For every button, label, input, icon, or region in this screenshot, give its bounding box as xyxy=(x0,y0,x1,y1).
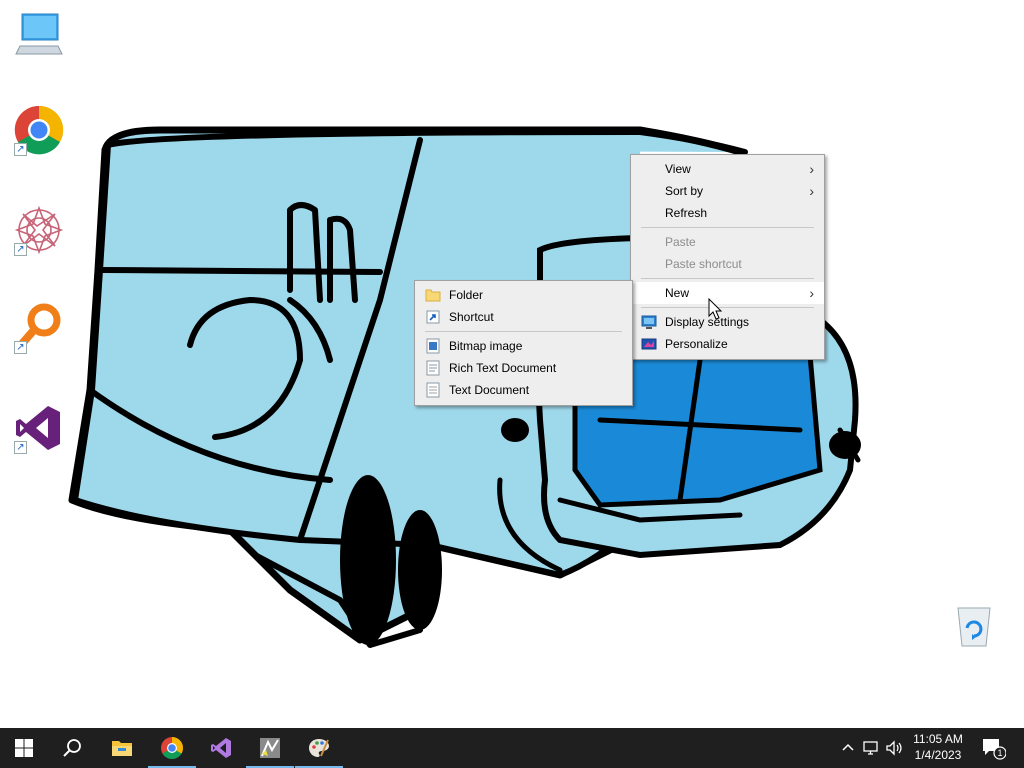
menu-item-sort-by-label: Sort by xyxy=(665,184,704,198)
menu-item-personalize[interactable]: Personalize xyxy=(631,333,824,355)
start-button[interactable] xyxy=(0,728,48,768)
chevron-up-icon[interactable] xyxy=(838,738,858,758)
chevron-right-icon: › xyxy=(809,285,814,301)
menu-item-view-label: View xyxy=(665,162,691,176)
chrome-icon xyxy=(161,737,183,759)
taskbar: 11:05 AM 1/4/2023 1 xyxy=(0,728,1024,768)
visual-studio-icon xyxy=(211,738,231,758)
menu-separator xyxy=(425,331,622,332)
network-icon[interactable] xyxy=(861,738,881,758)
new-bitmap-item[interactable]: Bitmap image xyxy=(415,335,632,357)
this-pc-icon[interactable] xyxy=(12,8,64,60)
menu-item-paste: Paste xyxy=(631,231,824,253)
system-clock[interactable]: 11:05 AM 1/4/2023 xyxy=(905,731,971,763)
display-icon xyxy=(641,315,657,329)
volume-icon[interactable] xyxy=(884,738,904,758)
new-submenu: Folder Shortcut Bitmap image Rich Text D… xyxy=(414,280,633,406)
menu-item-refresh[interactable]: Refresh xyxy=(631,202,824,224)
file-explorer-button[interactable] xyxy=(98,728,146,768)
menu-separator xyxy=(641,227,814,228)
menu-item-display-settings[interactable]: Display settings xyxy=(631,311,824,333)
visual-studio-shortcut-icon[interactable]: ↗ xyxy=(12,402,64,454)
new-folder-label: Folder xyxy=(449,288,484,302)
shortcut-arrow-icon: ↗ xyxy=(14,341,27,354)
folder-icon xyxy=(112,741,132,756)
action-center-button[interactable]: 1 xyxy=(980,736,1007,760)
app-icon xyxy=(260,738,280,758)
mouse-cursor-icon xyxy=(708,298,723,320)
mandala-app-shortcut-icon[interactable]: ↗ xyxy=(12,204,64,256)
paint-palette-icon xyxy=(309,739,329,757)
paint-button[interactable] xyxy=(295,728,343,768)
shortcut-arrow-icon: ↗ xyxy=(14,143,27,156)
chevron-right-icon: › xyxy=(809,161,814,177)
personalize-icon xyxy=(641,338,657,350)
new-shortcut-item[interactable]: Shortcut xyxy=(415,306,632,328)
menu-item-paste-shortcut: Paste shortcut xyxy=(631,253,824,275)
chrome-button[interactable] xyxy=(148,728,196,768)
bitmap-icon xyxy=(426,338,440,354)
new-shortcut-label: Shortcut xyxy=(449,310,494,324)
new-rtf-item[interactable]: Rich Text Document xyxy=(415,357,632,379)
chevron-right-icon: › xyxy=(809,183,814,199)
menu-separator xyxy=(641,278,814,279)
menu-separator xyxy=(641,307,814,308)
menu-item-personalize-label: Personalize xyxy=(665,337,728,351)
new-rtf-label: Rich Text Document xyxy=(449,361,557,375)
search-icon xyxy=(63,739,81,757)
new-folder-item[interactable]: Folder xyxy=(415,284,632,306)
menu-item-new[interactable]: New › xyxy=(631,282,824,304)
menu-item-paste-label: Paste xyxy=(665,235,696,249)
menu-item-refresh-label: Refresh xyxy=(665,206,708,220)
new-bitmap-label: Bitmap image xyxy=(449,339,523,353)
new-text-document-item[interactable]: Text Document xyxy=(415,379,632,401)
menu-item-view[interactable]: View › xyxy=(631,158,824,180)
menu-item-new-label: New xyxy=(665,286,690,300)
text-document-icon xyxy=(426,382,440,398)
app-button[interactable] xyxy=(246,728,294,768)
search-button[interactable] xyxy=(48,728,96,768)
chrome-shortcut-icon[interactable]: ↗ xyxy=(12,104,64,156)
visual-studio-button[interactable] xyxy=(197,728,245,768)
new-text-document-label: Text Document xyxy=(449,383,530,397)
windows-logo-icon xyxy=(15,739,33,757)
shortcut-arrow-icon: ↗ xyxy=(14,441,27,454)
shortcut-icon xyxy=(426,310,440,324)
menu-item-paste-shortcut-label: Paste shortcut xyxy=(665,257,742,271)
shortcut-arrow-icon: ↗ xyxy=(14,243,27,256)
notification-count: 1 xyxy=(997,748,1003,758)
desktop-context-menu: View › Sort by › Refresh Paste Paste sho… xyxy=(630,154,825,360)
clock-date: 1/4/2023 xyxy=(914,748,962,762)
rtf-document-icon xyxy=(426,360,440,376)
recycle-bin-icon[interactable] xyxy=(952,602,996,648)
folder-icon xyxy=(425,289,441,302)
clock-time: 11:05 AM xyxy=(913,732,963,746)
search-app-shortcut-icon[interactable]: ↗ xyxy=(12,302,64,354)
menu-item-sort-by[interactable]: Sort by › xyxy=(631,180,824,202)
